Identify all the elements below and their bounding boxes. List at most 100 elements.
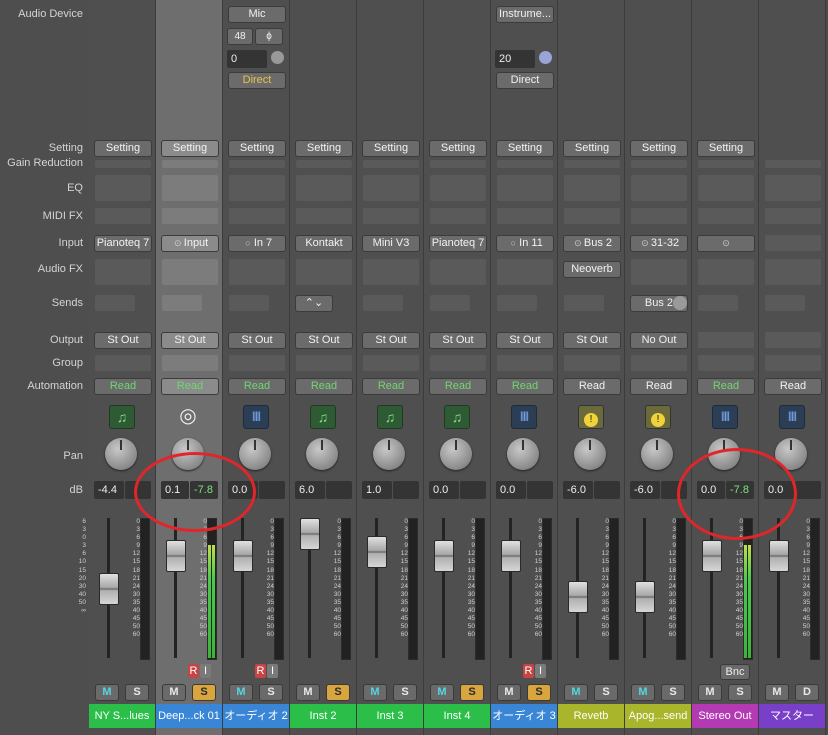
send-slot[interactable] <box>430 295 470 311</box>
solo-button[interactable]: D <box>795 684 819 701</box>
volume-fader[interactable] <box>300 518 320 550</box>
channel-strip[interactable]: Setting ⊙ Read ||||| 0.0 -7.8 0 3 6 9 12 15 18 21 24 30… <box>692 0 759 735</box>
gain-knob-icon[interactable] <box>271 51 284 64</box>
midi-fx-slot[interactable] <box>497 208 553 224</box>
format-button[interactable]: 48 <box>227 28 253 45</box>
group-slot[interactable] <box>765 355 821 371</box>
volume-fader[interactable] <box>233 540 253 572</box>
channel-name[interactable]: NY S...lues <box>89 704 155 728</box>
mute-button[interactable]: M <box>765 684 789 701</box>
setting-button[interactable]: Setting <box>630 140 688 157</box>
setting-button[interactable]: Setting <box>295 140 353 157</box>
eq-slot[interactable] <box>162 175 218 201</box>
input-monitor-button[interactable]: I <box>267 664 278 678</box>
output-button[interactable]: St Out <box>429 332 487 349</box>
channel-strip[interactable]: Setting Pianoteq 7 St Out Read ♫ -4.4 6 3 0 3 6 10 1… <box>79 0 156 735</box>
automation-button[interactable]: Read <box>429 378 487 395</box>
group-slot[interactable] <box>296 355 352 371</box>
pan-knob[interactable] <box>105 438 137 470</box>
eq-slot[interactable] <box>497 175 553 201</box>
automation-button[interactable]: Read <box>563 378 621 395</box>
audio-fx-slot[interactable] <box>95 259 151 285</box>
audio-fx-slot[interactable] <box>765 259 821 285</box>
solo-button[interactable]: S <box>259 684 283 701</box>
output-button[interactable]: St Out <box>228 332 286 349</box>
channel-name[interactable]: Stereo Out <box>692 704 758 728</box>
automation-button[interactable]: Read <box>362 378 420 395</box>
audio-fx-slot[interactable] <box>497 259 553 285</box>
pan-knob[interactable] <box>641 438 673 470</box>
mute-button[interactable]: M <box>296 684 320 701</box>
output-button[interactable]: St Out <box>94 332 152 349</box>
input-monitor-button[interactable]: I <box>535 664 546 678</box>
midi-fx-slot[interactable] <box>430 208 486 224</box>
solo-button[interactable]: S <box>527 684 551 701</box>
setting-button[interactable]: Setting <box>429 140 487 157</box>
setting-button[interactable]: Setting <box>697 140 755 157</box>
group-slot[interactable] <box>564 355 620 371</box>
music-note-icon[interactable]: ♫ <box>444 405 470 429</box>
channel-strip[interactable]: Setting Mini V3 St Out Read ♫ 1.0 0 3 6 9 12 15 18 21… <box>357 0 424 735</box>
send-slot[interactable] <box>229 295 269 311</box>
volume-fader[interactable] <box>568 581 588 613</box>
setting-button[interactable]: Setting <box>563 140 621 157</box>
input-button[interactable]: Kontakt <box>295 235 353 252</box>
volume-fader[interactable] <box>434 540 454 572</box>
send-dropdown-button[interactable]: ⌃⌄ <box>295 295 333 312</box>
mute-button[interactable]: M <box>363 684 387 701</box>
eq-slot[interactable] <box>430 175 486 201</box>
waveform-icon[interactable]: ||||| <box>712 405 738 429</box>
group-slot[interactable] <box>363 355 419 371</box>
input-button[interactable]: Pianoteq 7 <box>429 235 487 252</box>
solo-button[interactable]: S <box>460 684 484 701</box>
group-slot[interactable] <box>162 355 218 371</box>
audio-fx-slot[interactable] <box>229 259 285 285</box>
record-enable-button[interactable]: R <box>523 664 534 678</box>
music-note-icon[interactable]: ♫ <box>377 405 403 429</box>
midi-fx-slot[interactable] <box>296 208 352 224</box>
channel-name[interactable]: Revetb <box>558 704 624 728</box>
output-slot[interactable] <box>765 332 821 348</box>
pan-knob[interactable] <box>574 438 606 470</box>
channel-strip[interactable]: Setting ⊙ 31-32 Bus 2 No Out Read! -6.0 0 3 6 9 12 1… <box>625 0 692 735</box>
input-monitor-button[interactable]: I <box>200 664 211 678</box>
volume-fader[interactable] <box>702 540 722 572</box>
channel-strip[interactable]: Setting Kontakt ⌃⌄ St Out Read ♫ 6.0 0 3 6 9 12 15 18… <box>290 0 357 735</box>
solo-button[interactable]: S <box>661 684 685 701</box>
channel-strip[interactable]: Read ||||| 0.0 0 3 6 9 12 15 18 21 24 30 35 40 45 50 60 M D… <box>759 0 826 735</box>
mute-button[interactable]: M <box>698 684 722 701</box>
eq-slot[interactable] <box>363 175 419 201</box>
volume-fader[interactable] <box>635 581 655 613</box>
midi-fx-slot[interactable] <box>162 208 218 224</box>
audio-fx-button[interactable]: Neoverb <box>563 261 621 278</box>
waveform-icon[interactable]: ||||| <box>779 405 805 429</box>
mute-button[interactable]: M <box>162 684 186 701</box>
direct-button[interactable]: Direct <box>496 72 554 89</box>
volume-readout[interactable]: 0.0 <box>496 481 526 499</box>
input-button[interactable]: ○ In 11 <box>496 235 554 252</box>
record-enable-button[interactable]: R <box>188 664 199 678</box>
automation-button[interactable]: Read <box>295 378 353 395</box>
channel-strip[interactable]: Setting ⊙ Bus 2 Neoverb St Out Read! -6.0 0 3 6 9 1… <box>558 0 625 735</box>
phase-invert-button[interactable]: ϕ <box>255 28 283 45</box>
setting-button[interactable]: Setting <box>362 140 420 157</box>
eq-slot[interactable] <box>765 175 821 201</box>
send-slot[interactable] <box>564 295 604 311</box>
volume-readout[interactable]: 6.0 <box>295 481 325 499</box>
setting-button[interactable]: Setting <box>161 140 219 157</box>
group-slot[interactable] <box>430 355 486 371</box>
clock-icon[interactable]: ! <box>645 405 671 429</box>
volume-readout[interactable]: -4.4 <box>94 481 124 499</box>
input-button[interactable]: Mini V3 <box>362 235 420 252</box>
pan-knob[interactable] <box>239 438 271 470</box>
gain-value[interactable]: 20 <box>495 50 535 68</box>
waveform-icon[interactable]: ||||| <box>243 405 269 429</box>
channel-name[interactable]: マスター <box>759 704 825 728</box>
send-slot[interactable] <box>95 295 135 311</box>
input-button[interactable]: ⊙ 31-32 <box>630 235 688 252</box>
volume-fader[interactable] <box>99 573 119 605</box>
midi-fx-slot[interactable] <box>698 208 754 224</box>
solo-button[interactable]: S <box>125 684 149 701</box>
solo-button[interactable]: S <box>728 684 752 701</box>
channel-name[interactable]: オーディオ 2 <box>223 704 289 728</box>
